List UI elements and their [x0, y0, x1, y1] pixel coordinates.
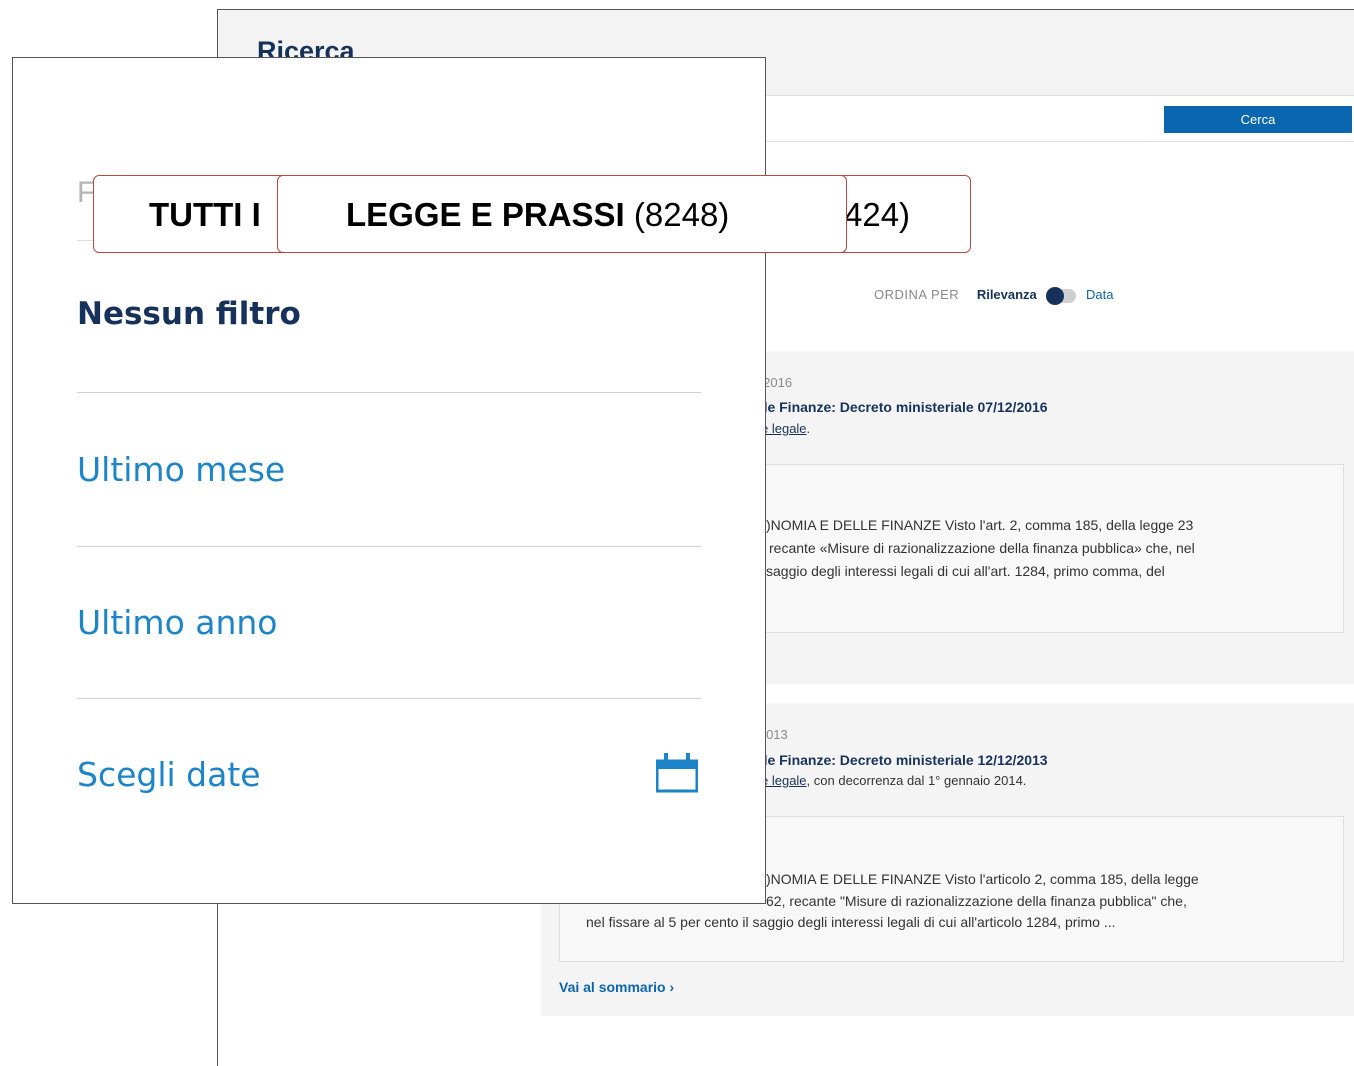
- summary-link[interactable]: Vai al sommario ›: [559, 979, 674, 995]
- tab-label: TUTTI I: [149, 196, 261, 233]
- filter-option-none[interactable]: Nessun filtro: [77, 296, 701, 332]
- sort-option-date[interactable]: Data: [1086, 287, 1113, 302]
- divider: [77, 698, 701, 699]
- filter-option-last-year[interactable]: Ultimo anno: [77, 603, 701, 642]
- excerpt-line: )NOMIA E DELLE FINANZE Visto l'articolo …: [766, 871, 1199, 887]
- excerpt-line: recante «Misure di razionalizzazione del…: [769, 540, 1195, 556]
- sort-label: ORDINA PER: [874, 287, 960, 302]
- result-subtitle: sse legale, con decorrenza dal 1° gennai…: [748, 773, 1026, 788]
- result-title[interactable]: lelle Finanze: Decreto ministeriale 07/1…: [748, 399, 1048, 415]
- sort-toggle[interactable]: [1046, 286, 1077, 305]
- result-title[interactable]: lelle Finanze: Decreto ministeriale 12/1…: [748, 752, 1048, 768]
- tab-count: (8248): [633, 196, 730, 233]
- excerpt-line: nel fissare al 5 per cento il saggio deg…: [586, 914, 1116, 930]
- tab-count: 424): [844, 196, 911, 233]
- divider: [77, 392, 701, 393]
- excerpt-line: )NOMIA E DELLE FINANZE Visto l'art. 2, c…: [766, 517, 1194, 533]
- sort-control: ORDINA PER Rilevanza Data: [874, 286, 1114, 305]
- excerpt-line: 62, recante "Misure di razionalizzazione…: [766, 893, 1187, 909]
- excerpt-line: saggio degli interessi legali di cui all…: [766, 563, 1165, 579]
- filter-option-choose-dates[interactable]: Scegli date: [77, 755, 701, 794]
- tab-law-callout[interactable]: LEGGE E PRASSI (8248): [277, 175, 847, 253]
- divider: [77, 546, 701, 547]
- calendar-icon[interactable]: [656, 751, 698, 793]
- sort-option-relevance[interactable]: Rilevanza: [977, 287, 1037, 302]
- search-button[interactable]: Cerca: [1164, 106, 1352, 133]
- toggle-knob: [1046, 286, 1065, 305]
- result-subtitle-rest: .: [806, 421, 811, 436]
- result-subtitle-rest: , con decorrenza dal 1° gennaio 2014.: [806, 773, 1027, 788]
- tab-label: LEGGE E PRASSI: [346, 196, 625, 233]
- filter-option-last-month[interactable]: Ultimo mese: [77, 450, 701, 489]
